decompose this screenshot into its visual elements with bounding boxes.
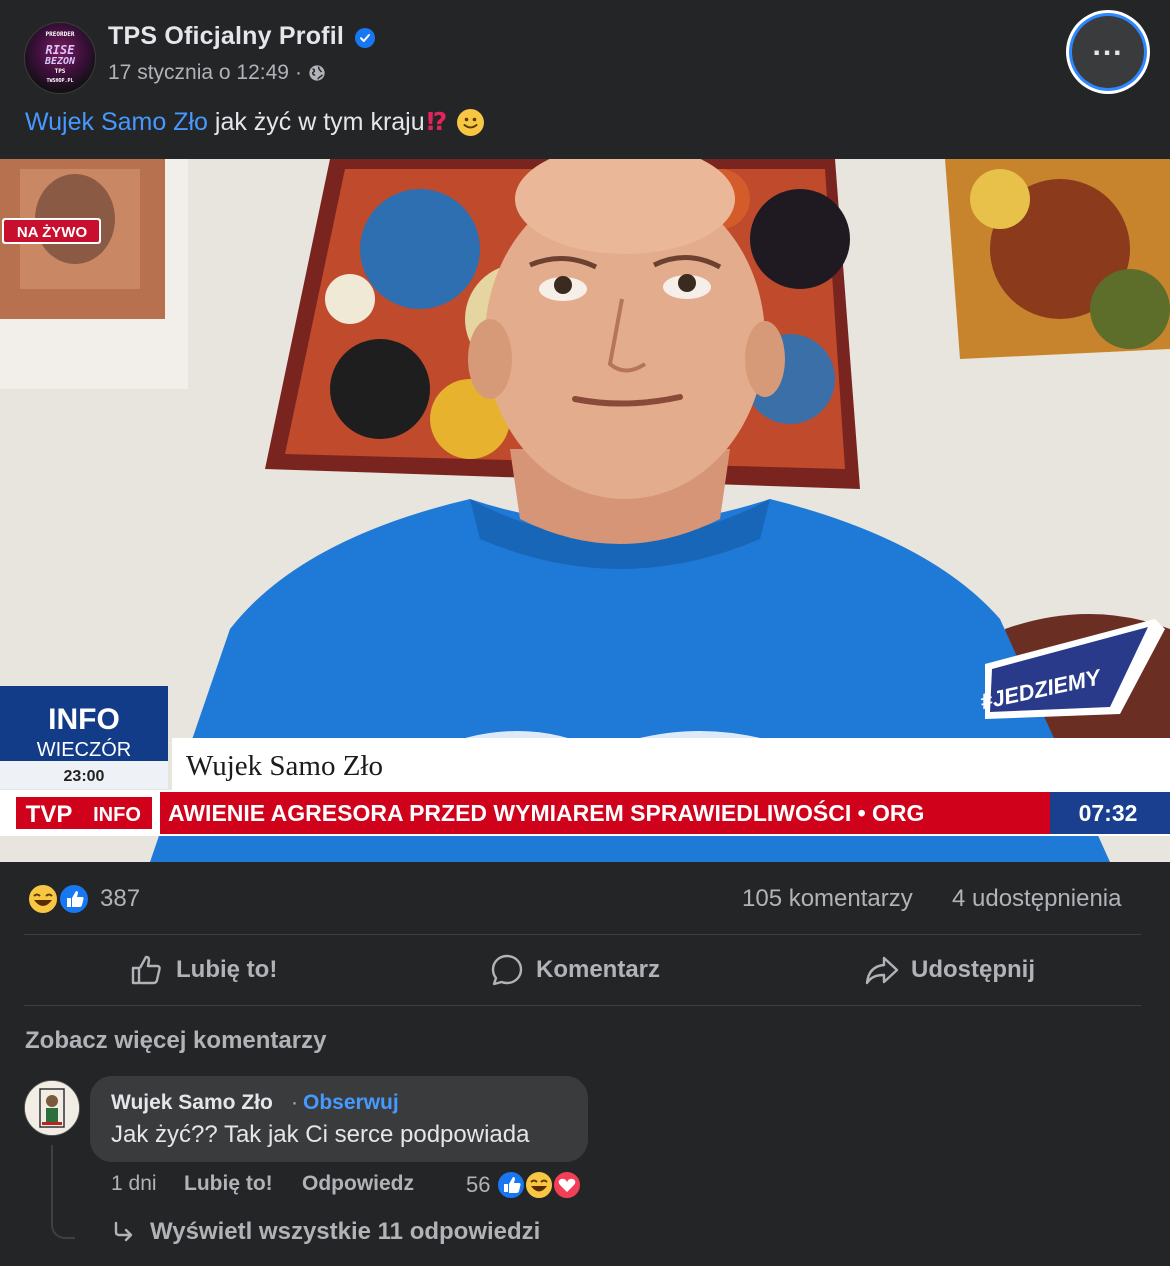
haha-reaction-icon: [524, 1170, 554, 1200]
divider: [24, 934, 1141, 935]
comment-reaction-icons[interactable]: [496, 1168, 586, 1202]
page-name[interactable]: TPS Oficjalny Profil: [108, 22, 344, 51]
post-timestamp[interactable]: 17 stycznia o 12:49: [108, 61, 289, 85]
comment-reaction-count[interactable]: 56: [466, 1172, 490, 1198]
view-replies-link[interactable]: Wyświetl wszystkie 11 odpowiedzi: [112, 1218, 540, 1246]
post-mention-link[interactable]: Wujek Samo Zło: [25, 108, 208, 137]
reaction-icons[interactable]: [26, 882, 92, 916]
avatar-text-4: TPS: [54, 68, 66, 75]
meta-separator: ·: [294, 61, 302, 84]
reaction-count[interactable]: 387: [100, 885, 140, 913]
verified-badge-icon: [355, 28, 375, 48]
program-time: 23:00: [64, 768, 105, 785]
program-subtitle: WIECZÓR: [37, 738, 131, 761]
avatar-text-2: RISE: [45, 43, 75, 57]
channel-info: INFO: [93, 804, 141, 826]
comment-bubble: [90, 1076, 588, 1162]
like-button[interactable]: Lubię to!: [130, 950, 277, 990]
interrobang-emoji: ⁉: [426, 108, 448, 136]
page-avatar[interactable]: PREORDER RISE BEZON TPS TWSHOP.PL: [24, 22, 96, 94]
post-text: Wujek Samo Zło jak żyć w tym kraju ⁉: [25, 107, 485, 137]
ticker-clock: 07:32: [1079, 800, 1138, 826]
post-meta: 17 stycznia o 12:49 ·: [108, 61, 326, 85]
thread-connector: [51, 1145, 75, 1239]
comments-count[interactable]: 105 komentarzy: [742, 885, 913, 913]
comment-author-separator: ·: [291, 1091, 298, 1114]
divider: [24, 1005, 1141, 1006]
comment-like-button[interactable]: Lubię to!: [184, 1172, 273, 1196]
avatar-text-1: PREORDER: [45, 31, 75, 38]
channel-tvp: TVP: [26, 801, 73, 828]
view-replies-label: Wyświetl wszystkie 11 odpowiedzi: [150, 1218, 541, 1245]
share-icon: [865, 956, 899, 985]
like-button-label: Lubię to!: [176, 956, 278, 983]
like-reaction-icon: [496, 1170, 526, 1200]
reply-arrow-icon: [114, 1221, 133, 1242]
comment-icon: [491, 954, 523, 986]
share-button-label: Udostępnij: [911, 956, 1035, 983]
live-badge: NA ŻYWO: [17, 224, 88, 241]
haha-reaction-icon: [27, 883, 59, 915]
love-reaction-icon: [552, 1170, 582, 1200]
comment-button-label: Komentarz: [536, 956, 661, 983]
ticker-text: AWIENIE AGRESORA PRZED WYMIAREM SPRAWIED…: [168, 799, 924, 826]
post-body-text: jak żyć w tym kraju: [214, 107, 425, 136]
globe-icon: [309, 65, 325, 81]
thumbs-up-icon: [131, 955, 161, 985]
video-frame-illustration: NA ŻYWO #JEDZIEMY INFO WIECZÓR 23:00 Wuj…: [0, 159, 1170, 862]
program-title: INFO: [48, 703, 120, 736]
comment-button[interactable]: Komentarz: [490, 950, 660, 990]
avatar-text-3: BEZON: [44, 56, 76, 67]
smile-emoji-icon: [457, 108, 485, 136]
commenter-avatar[interactable]: [24, 1080, 80, 1136]
avatar-text-5: TWSHOP.PL: [46, 78, 74, 84]
comment-author[interactable]: Wujek Samo Zło: [111, 1091, 273, 1115]
comment-text: Jak żyć?? Tak jak Ci serce podpowiada: [111, 1121, 530, 1148]
shares-count[interactable]: 4 udostępnienia: [952, 885, 1121, 913]
more-options-button[interactable]: ...: [1072, 16, 1144, 88]
follow-link[interactable]: Obserwuj: [303, 1091, 399, 1115]
more-icon: ...: [1092, 29, 1124, 62]
like-reaction-icon: [58, 883, 90, 915]
comment-age[interactable]: 1 dni: [111, 1172, 157, 1196]
see-more-comments-link[interactable]: Zobacz więcej komentarzy: [25, 1027, 326, 1055]
comment-reply-button[interactable]: Odpowiedz: [302, 1172, 414, 1196]
share-button[interactable]: Udostępnij: [865, 950, 1035, 990]
video-player[interactable]: NA ŻYWO #JEDZIEMY INFO WIECZÓR 23:00 Wuj…: [0, 159, 1170, 862]
lower-third-name: Wujek Samo Zło: [186, 750, 383, 782]
